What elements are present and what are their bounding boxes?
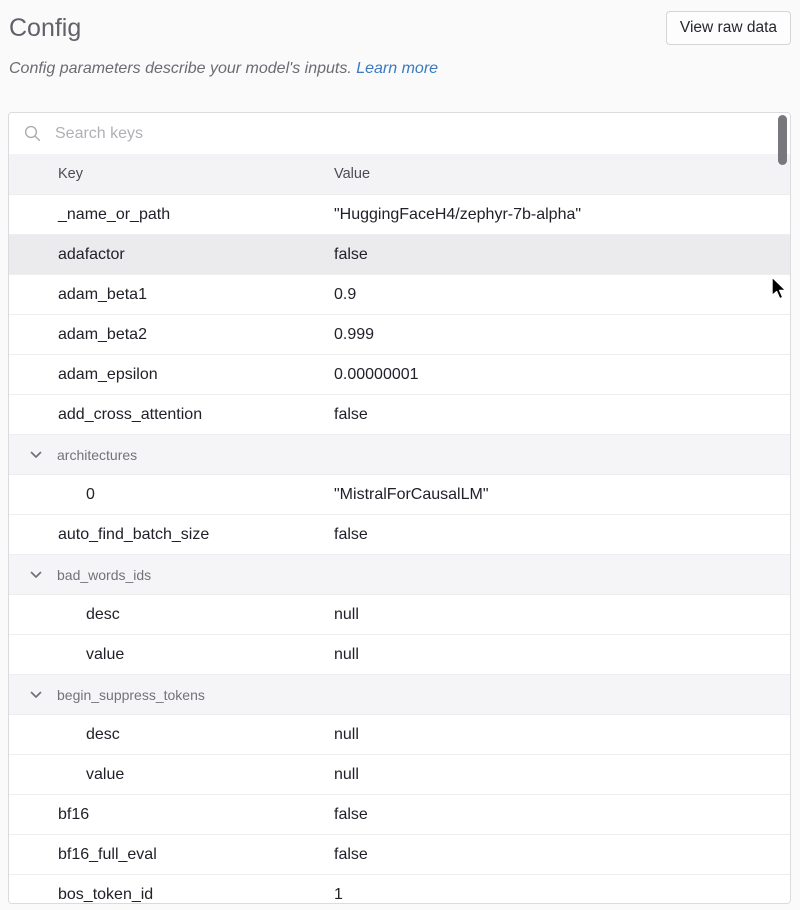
group-label: bad_words_ids (57, 567, 151, 583)
row-value: null (334, 646, 790, 664)
table-row: 0 "MistralForCausalLM" (9, 474, 790, 514)
row-key: desc (9, 726, 334, 744)
row-key: adam_beta1 (9, 286, 334, 304)
row-value: 0.9 (334, 286, 790, 304)
table-row: adam_beta1 0.9 (9, 274, 790, 314)
group-label: architectures (57, 447, 137, 463)
chevron-down-icon[interactable] (30, 451, 42, 459)
row-value: "HuggingFaceH4/zephyr-7b-alpha" (334, 206, 790, 224)
row-value: "MistralForCausalLM" (334, 486, 790, 504)
config-table-body: _name_or_path "HuggingFaceH4/zephyr-7b-a… (9, 194, 790, 904)
chevron-down-icon[interactable] (30, 571, 42, 579)
chevron-down-icon[interactable] (30, 691, 42, 699)
row-value: 1 (334, 886, 790, 904)
search-keys-input[interactable] (53, 124, 693, 144)
table-row: value null (9, 754, 790, 794)
table-row: desc null (9, 714, 790, 754)
row-key: adafactor (9, 246, 334, 264)
row-value: null (334, 606, 790, 624)
config-description-text: Config parameters describe your model's … (9, 60, 356, 77)
row-value: null (334, 726, 790, 744)
group-row[interactable]: bad_words_ids (9, 554, 790, 594)
table-row: adam_epsilon 0.00000001 (9, 354, 790, 394)
search-bar (9, 113, 790, 154)
table-row: bf16 false (9, 794, 790, 834)
row-value: false (334, 846, 790, 864)
table-row: value null (9, 634, 790, 674)
row-value: false (334, 406, 790, 424)
row-value: false (334, 526, 790, 544)
row-key: desc (9, 606, 334, 624)
row-key: value (9, 646, 334, 664)
row-value: 0.00000001 (334, 366, 790, 384)
row-key: add_cross_attention (9, 406, 334, 424)
view-raw-data-button[interactable]: View raw data (666, 11, 791, 45)
config-panel: Key Value _name_or_path "HuggingFaceH4/z… (8, 112, 791, 904)
row-key: adam_beta2 (9, 326, 334, 344)
table-row: add_cross_attention false (9, 394, 790, 434)
row-key: bf16 (9, 806, 334, 824)
row-key: auto_find_batch_size (9, 526, 334, 544)
row-value: 0.999 (334, 326, 790, 344)
group-label: begin_suppress_tokens (57, 687, 205, 703)
table-header: Key Value (9, 154, 790, 194)
row-value: false (334, 246, 790, 264)
table-row: _name_or_path "HuggingFaceH4/zephyr-7b-a… (9, 194, 790, 234)
learn-more-link[interactable]: Learn more (356, 60, 438, 77)
row-key: value (9, 766, 334, 784)
page-title: Config (9, 13, 81, 43)
row-value: false (334, 806, 790, 824)
row-key: _name_or_path (9, 206, 334, 224)
row-key: bf16_full_eval (9, 846, 334, 864)
row-value: null (334, 766, 790, 784)
table-row: adam_beta2 0.999 (9, 314, 790, 354)
table-row: adafactor false (9, 234, 790, 274)
group-row[interactable]: architectures (9, 434, 790, 474)
table-row: bos_token_id 1 (9, 874, 790, 904)
value-column-header: Value (334, 166, 790, 182)
key-column-header: Key (9, 166, 334, 182)
row-key: 0 (9, 486, 334, 504)
row-key: bos_token_id (9, 886, 334, 904)
scrollbar-thumb[interactable] (778, 115, 787, 165)
config-description: Config parameters describe your model's … (9, 60, 791, 78)
row-key: adam_epsilon (9, 366, 334, 384)
search-icon (24, 125, 41, 142)
table-row: desc null (9, 594, 790, 634)
group-row[interactable]: begin_suppress_tokens (9, 674, 790, 714)
table-row: auto_find_batch_size false (9, 514, 790, 554)
page-header: Config View raw data (0, 0, 800, 45)
table-row: bf16_full_eval false (9, 834, 790, 874)
